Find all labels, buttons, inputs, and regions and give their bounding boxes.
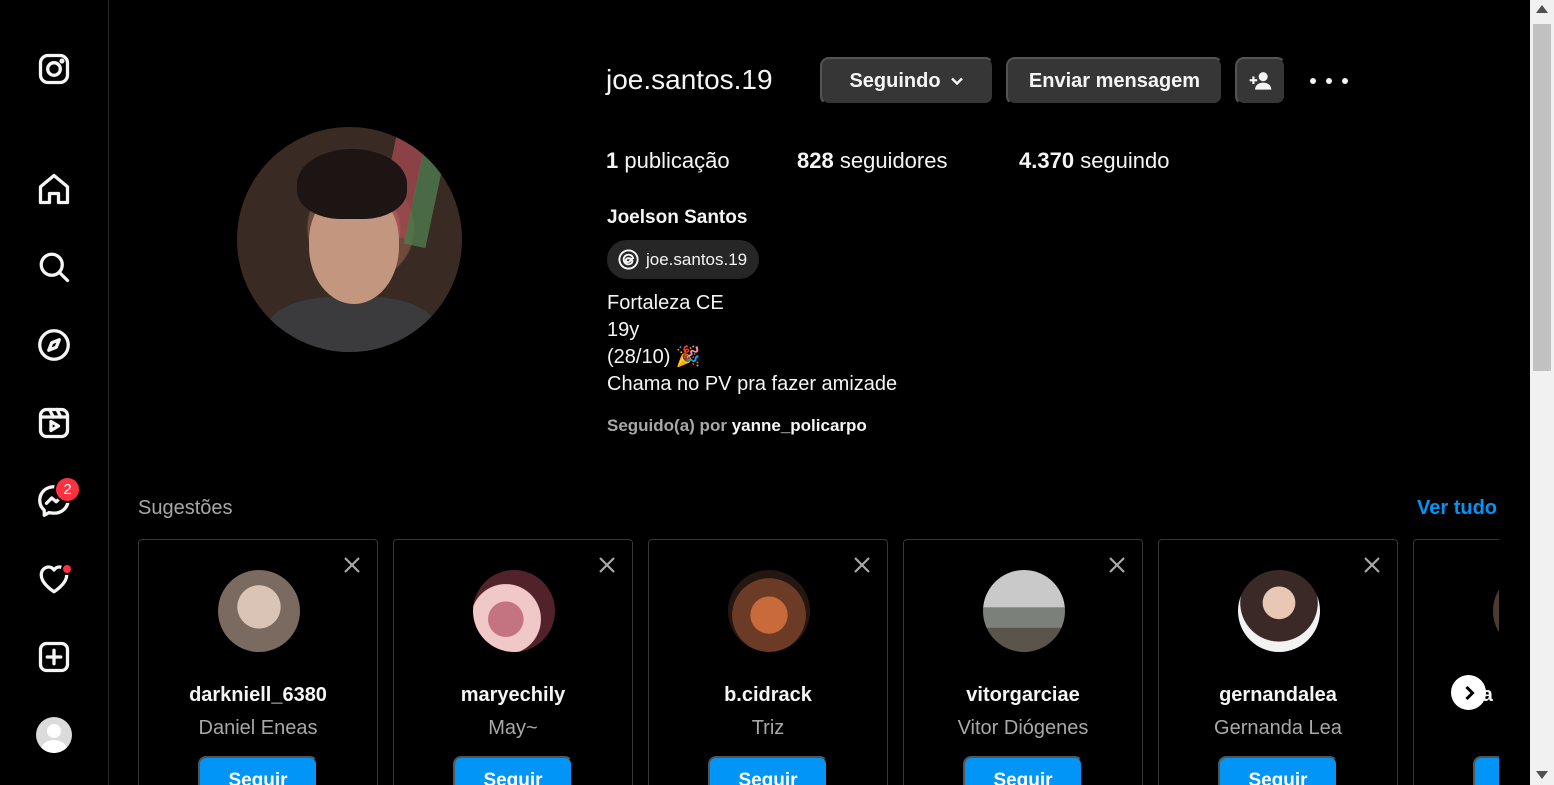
follow-button[interactable]: Seguir xyxy=(708,756,828,785)
see-all-link[interactable]: Ver tudo xyxy=(1417,497,1497,520)
app: 2 joe.santos.19 Seguindo Enviar mensagem… xyxy=(0,0,1554,785)
followed-by-user: yanne_policarpo xyxy=(731,416,867,435)
avatar[interactable] xyxy=(983,570,1065,652)
avatar[interactable] xyxy=(728,570,810,652)
threads-handle: joe.santos.19 xyxy=(646,249,748,269)
activity-dot xyxy=(61,563,73,575)
following-button[interactable]: Seguindo xyxy=(820,57,994,105)
add-person-icon xyxy=(1249,72,1271,90)
threads-icon xyxy=(618,249,639,270)
home-icon[interactable] xyxy=(34,169,74,209)
scroll-up-arrow-icon[interactable] xyxy=(1536,5,1548,13)
followed-by[interactable]: Seguido(a) por yanne_policarpo xyxy=(607,416,867,436)
page-scrollbar[interactable] xyxy=(1530,0,1554,785)
suggestion-card: vitorgarciae Vitor Diógenes Seguir xyxy=(903,539,1143,785)
follow-button[interactable]: Seguir xyxy=(1218,756,1338,785)
bio-line: (28/10) 🎉 xyxy=(607,346,701,368)
suggest-similar-button[interactable] xyxy=(1235,57,1286,105)
carousel-next-button[interactable] xyxy=(1451,675,1486,710)
sidebar: 2 xyxy=(0,0,109,785)
scroll-down-arrow-icon[interactable] xyxy=(1536,771,1548,779)
instagram-logo-icon[interactable] xyxy=(34,49,74,89)
avatar[interactable] xyxy=(218,570,300,652)
avatar[interactable] xyxy=(1238,570,1320,652)
follow-button[interactable]: Seguir xyxy=(198,756,318,785)
followers-count[interactable]: 828 seguidores xyxy=(797,148,947,174)
threads-link[interactable]: joe.santos.19 xyxy=(607,240,759,279)
suggestion-username[interactable]: maryechily xyxy=(394,684,632,707)
profile-picture[interactable] xyxy=(237,127,462,352)
posts-count: 1 publicação xyxy=(606,148,730,173)
search-icon[interactable] xyxy=(34,247,74,287)
scroll-thumb[interactable] xyxy=(1533,24,1551,371)
follow-button[interactable]: Seguir xyxy=(1473,756,1499,785)
suggestions-carousel: darkniell_6380 Daniel Eneas Seguir marye… xyxy=(138,539,1499,785)
notification-badge: 2 xyxy=(54,476,81,503)
chevron-right-icon xyxy=(1464,685,1475,700)
close-icon[interactable] xyxy=(1361,554,1383,576)
chevron-down-icon xyxy=(950,77,963,86)
more-options-icon[interactable] xyxy=(1310,70,1348,92)
suggestion-name: Gernanda Lea xyxy=(1214,717,1342,739)
close-icon[interactable] xyxy=(851,554,873,576)
reels-icon[interactable] xyxy=(34,403,74,443)
suggestion-card: gernandalea Gernanda Lea Seguir xyxy=(1158,539,1398,785)
suggestion-name: Daniel Eneas xyxy=(198,717,318,739)
suggestion-name: Vitor Diógenes xyxy=(957,717,1089,739)
suggestion-card: maryechily May~ Seguir xyxy=(393,539,633,785)
suggestions-title: Sugestões xyxy=(138,497,233,519)
follow-button[interactable]: Seguir xyxy=(963,756,1083,785)
suggestion-name: Triz xyxy=(751,717,785,739)
bio-line: 19y xyxy=(607,319,640,341)
profile-avatar[interactable] xyxy=(36,717,72,753)
follow-button[interactable]: Seguir xyxy=(453,756,573,785)
suggestion-card: darkniell_6380 Daniel Eneas Seguir xyxy=(138,539,378,785)
following-count[interactable]: 4.370 seguindo xyxy=(1019,148,1170,174)
send-message-button[interactable]: Enviar mensagem xyxy=(1006,57,1223,105)
create-icon[interactable] xyxy=(34,637,74,677)
avatar[interactable] xyxy=(1493,570,1499,652)
close-icon[interactable] xyxy=(1106,554,1128,576)
suggestion-username[interactable]: gernandalea xyxy=(1159,684,1397,707)
suggestion-username[interactable]: b.cidrack xyxy=(649,684,887,707)
bio-line: Fortaleza CE xyxy=(607,292,724,314)
bio-line: Chama no PV pra fazer amizade xyxy=(607,373,898,395)
following-label: Seguindo xyxy=(849,69,941,92)
profile-bio: Fortaleza CE 19y (28/10) 🎉 Chama no PV p… xyxy=(607,290,897,398)
suggestion-username[interactable]: darkniell_6380 xyxy=(139,684,377,707)
suggestion-card: b.cidrack Triz Seguir xyxy=(648,539,888,785)
suggestion-card: ra Seguir xyxy=(1413,539,1499,785)
suggestion-username[interactable]: vitorgarciae xyxy=(904,684,1142,707)
avatar[interactable] xyxy=(473,570,555,652)
profile-username: joe.santos.19 xyxy=(606,64,773,95)
suggestion-name: May~ xyxy=(488,717,538,739)
profile-full-name: Joelson Santos xyxy=(607,207,748,228)
close-icon[interactable] xyxy=(596,554,618,576)
close-icon[interactable] xyxy=(341,554,363,576)
explore-icon[interactable] xyxy=(34,325,74,365)
